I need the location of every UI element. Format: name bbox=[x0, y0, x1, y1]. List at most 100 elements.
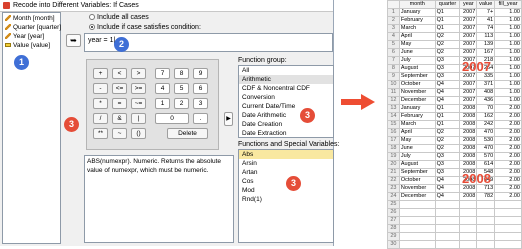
table-row[interactable]: 18 June Q2 2008 470 2.00 bbox=[387, 144, 522, 153]
function-group-item[interactable]: Conversion bbox=[239, 93, 333, 102]
table-row[interactable]: 26 bbox=[387, 208, 522, 217]
key-less-equal[interactable]: <= bbox=[112, 83, 127, 94]
data-cell[interactable]: Q2 bbox=[434, 48, 461, 57]
data-cell[interactable]: August bbox=[398, 64, 436, 73]
data-cell[interactable] bbox=[476, 232, 496, 241]
data-cell[interactable]: July bbox=[398, 152, 436, 161]
move-variable-button[interactable]: ➥ bbox=[66, 34, 81, 47]
data-cell[interactable]: Q4 bbox=[434, 96, 461, 105]
data-cell[interactable]: 2.00 bbox=[494, 136, 522, 145]
data-cell[interactable]: 2008 bbox=[459, 104, 478, 113]
column-header-value[interactable]: value bbox=[476, 0, 496, 9]
data-cell[interactable]: Q3 bbox=[434, 56, 461, 65]
data-cell[interactable] bbox=[398, 200, 436, 209]
key-less[interactable]: < bbox=[112, 68, 127, 79]
data-cell[interactable] bbox=[434, 216, 461, 225]
data-cell[interactable]: Q1 bbox=[434, 16, 461, 25]
data-cell[interactable]: Q2 bbox=[434, 40, 461, 49]
table-row[interactable]: 2 February Q1 2007 41 1.00 bbox=[387, 16, 522, 25]
data-cell[interactable]: 2007 bbox=[459, 32, 478, 41]
data-cell[interactable]: 371 bbox=[476, 80, 496, 89]
data-cell[interactable]: Q1 bbox=[434, 104, 461, 113]
data-cell[interactable] bbox=[434, 208, 461, 217]
table-row[interactable]: 30 bbox=[387, 240, 522, 249]
table-row[interactable]: 5 May Q2 2007 139 1.00 bbox=[387, 40, 522, 49]
key-not[interactable]: ~ bbox=[112, 128, 127, 139]
data-cell[interactable]: 113 bbox=[476, 32, 496, 41]
key-7[interactable]: 7 bbox=[155, 68, 170, 79]
data-cell[interactable] bbox=[398, 208, 436, 217]
data-cell[interactable]: Q4 bbox=[434, 192, 461, 201]
table-row[interactable]: 13 January Q1 2008 70 2.00 bbox=[387, 104, 522, 113]
function-group-item[interactable]: Date Extraction bbox=[239, 129, 333, 137]
table-row[interactable]: 11 November Q4 2007 408 1.00 bbox=[387, 88, 522, 97]
data-cell[interactable] bbox=[434, 200, 461, 209]
function-item[interactable]: Arsin bbox=[239, 159, 333, 168]
table-row[interactable]: 7 July Q3 2007 218 1.00 bbox=[387, 56, 522, 65]
data-cell[interactable]: September bbox=[398, 168, 436, 177]
data-cell[interactable]: 7+ bbox=[476, 8, 496, 17]
data-cell[interactable]: October bbox=[398, 176, 436, 185]
function-group-item[interactable]: Date Arithmetic bbox=[239, 111, 333, 120]
key-parentheses[interactable]: () bbox=[131, 128, 146, 139]
column-header-year[interactable]: year bbox=[459, 0, 478, 9]
data-cell[interactable]: 470 bbox=[476, 128, 496, 137]
data-cell[interactable]: March bbox=[398, 120, 436, 129]
data-cell[interactable]: 2008 bbox=[459, 112, 478, 121]
key-divide[interactable]: / bbox=[93, 113, 108, 124]
variable-item[interactable]: Year [year] bbox=[5, 33, 44, 41]
table-row[interactable]: 12 December Q4 2007 436 1.00 bbox=[387, 96, 522, 105]
table-row[interactable]: 4 April Q2 2007 113 1.00 bbox=[387, 32, 522, 41]
data-cell[interactable]: 74 bbox=[476, 24, 496, 33]
function-item[interactable]: Rnd(1) bbox=[239, 195, 333, 204]
data-cell[interactable]: June bbox=[398, 48, 436, 57]
data-cell[interactable]: 162 bbox=[476, 112, 496, 121]
data-cell[interactable]: 470 bbox=[476, 144, 496, 153]
function-item[interactable]: Mod bbox=[239, 186, 333, 195]
data-cell[interactable]: 139 bbox=[476, 40, 496, 49]
data-cell[interactable]: 2.00 bbox=[494, 112, 522, 121]
data-cell[interactable]: 1.00 bbox=[494, 96, 522, 105]
data-cell[interactable]: 782 bbox=[476, 192, 496, 201]
data-cell[interactable]: Q2 bbox=[434, 32, 461, 41]
table-row[interactable]: 27 bbox=[387, 216, 522, 225]
table-row[interactable]: 25 bbox=[387, 200, 522, 209]
data-cell[interactable]: Q2 bbox=[434, 144, 461, 153]
data-cell[interactable]: 2.00 bbox=[494, 192, 522, 201]
function-group-list[interactable]: All Arithmetic CDF & Noncentral CDF Conv… bbox=[238, 65, 334, 138]
table-row[interactable]: 15 March Q1 2008 242 2.00 bbox=[387, 120, 522, 129]
data-cell[interactable]: 1.00 bbox=[494, 48, 522, 57]
data-cell[interactable]: 2007 bbox=[459, 16, 478, 25]
data-cell[interactable]: December bbox=[398, 96, 436, 105]
data-cell[interactable] bbox=[434, 224, 461, 233]
data-cell[interactable] bbox=[459, 208, 478, 217]
data-cell[interactable]: 41 bbox=[476, 16, 496, 25]
data-cell[interactable]: 242 bbox=[476, 120, 496, 129]
data-cell[interactable]: June bbox=[398, 144, 436, 153]
data-cell[interactable] bbox=[494, 240, 522, 249]
data-cell[interactable]: Q4 bbox=[434, 184, 461, 193]
data-cell[interactable]: January bbox=[398, 104, 436, 113]
data-cell[interactable]: 1.00 bbox=[494, 32, 522, 41]
data-cell[interactable]: January bbox=[398, 8, 436, 17]
key-delete[interactable]: Delete bbox=[167, 128, 208, 139]
key-or[interactable]: | bbox=[131, 113, 146, 124]
key-5[interactable]: 5 bbox=[174, 83, 189, 94]
key-9[interactable]: 9 bbox=[193, 68, 208, 79]
key-4[interactable]: 4 bbox=[155, 83, 170, 94]
data-cell[interactable]: May bbox=[398, 40, 436, 49]
data-cell[interactable]: July bbox=[398, 56, 436, 65]
insert-function-button[interactable]: ▶ bbox=[224, 112, 233, 126]
key-1[interactable]: 1 bbox=[155, 98, 170, 109]
data-cell[interactable]: 2007 bbox=[459, 24, 478, 33]
table-row[interactable]: 28 bbox=[387, 224, 522, 233]
data-cell[interactable]: 1.00 bbox=[494, 16, 522, 25]
data-cell[interactable]: Q4 bbox=[434, 80, 461, 89]
data-cell[interactable] bbox=[494, 224, 522, 233]
data-cell[interactable]: 1.00 bbox=[494, 72, 522, 81]
key-not-equal[interactable]: ~= bbox=[131, 98, 146, 109]
data-cell[interactable]: 436 bbox=[476, 96, 496, 105]
data-cell[interactable]: 2007 bbox=[459, 8, 478, 17]
data-cell[interactable]: 2008 bbox=[459, 152, 478, 161]
data-cell[interactable]: 2.00 bbox=[494, 184, 522, 193]
